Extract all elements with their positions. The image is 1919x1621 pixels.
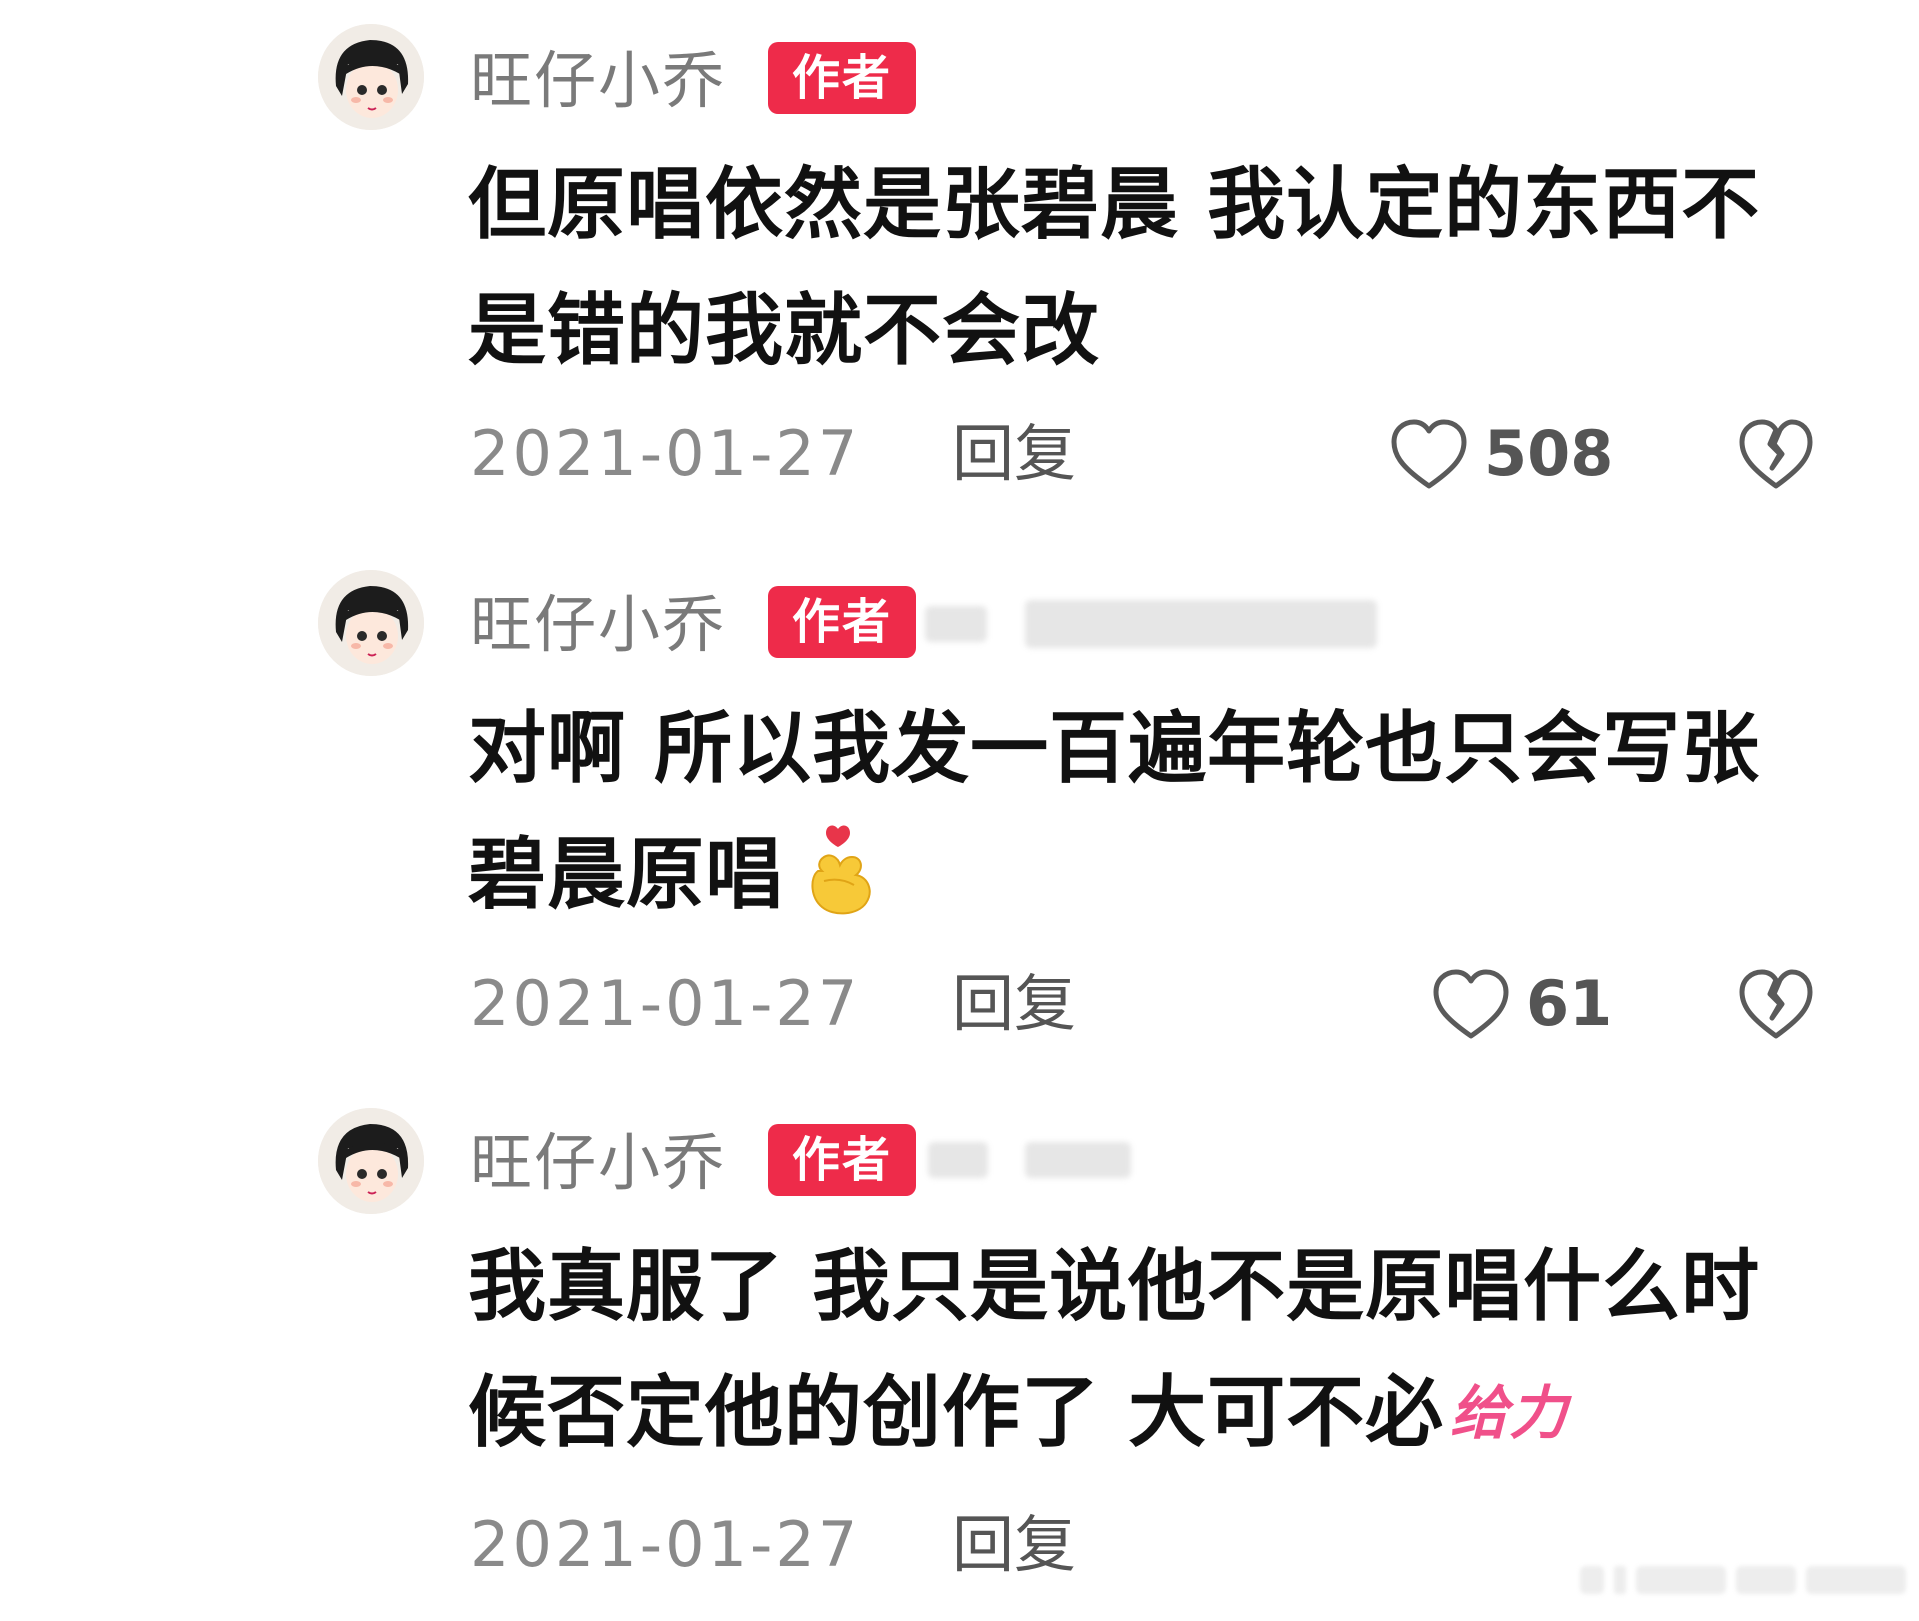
sticker-text: 给力 <box>1450 1379 1569 1447</box>
dislike-button[interactable] <box>1736 414 1816 494</box>
dislike-button[interactable] <box>1736 964 1816 1044</box>
comment-body: 但原唱依然是张碧晨 我认定的东西不是错的我就不会改 <box>468 160 1761 376</box>
username[interactable]: 旺仔小乔 <box>470 50 726 112</box>
username[interactable]: 旺仔小乔 <box>470 1132 726 1194</box>
broken-heart-icon <box>1739 969 1813 1039</box>
avatar[interactable] <box>318 24 424 130</box>
author-badge: 作者 <box>768 586 916 658</box>
avatar[interactable] <box>318 570 424 676</box>
watermark-icon <box>1580 1566 1906 1594</box>
finger-heart-icon <box>811 825 871 915</box>
broken-heart-icon <box>1739 419 1813 489</box>
heart-outline-icon <box>1433 969 1509 1039</box>
comment-date: 2021-01-27 <box>470 967 861 1040</box>
comment-text: 我真服了 我只是说他不是原唱什么时候否定他的创作了 大可不必 给力 <box>468 1224 1788 1476</box>
redacted-reply-target <box>928 1142 988 1178</box>
comment-text: 对啊 所以我发一百遍年轮也只会写张碧晨原唱 <box>468 686 1788 938</box>
redacted-reply-target <box>1025 600 1377 648</box>
like-count: 508 <box>1484 417 1614 490</box>
redacted-reply-target <box>1025 1142 1131 1178</box>
like-count: 61 <box>1526 967 1613 1040</box>
reply-button[interactable]: 回复 <box>952 1514 1076 1576</box>
comment-date: 2021-01-27 <box>470 1508 861 1581</box>
author-badge: 作者 <box>768 1124 916 1196</box>
username[interactable]: 旺仔小乔 <box>470 594 726 656</box>
like-button[interactable]: 61 <box>1430 964 1612 1044</box>
like-button[interactable]: 508 <box>1388 414 1613 494</box>
reply-button[interactable]: 回复 <box>952 973 1076 1035</box>
comment-date: 2021-01-27 <box>470 417 861 490</box>
comment-body: 对啊 所以我发一百遍年轮也只会写张碧晨原唱 <box>468 704 1761 920</box>
reply-button[interactable]: 回复 <box>952 423 1076 485</box>
avatar[interactable] <box>318 1108 424 1214</box>
redacted-reply-target <box>925 606 987 642</box>
author-badge: 作者 <box>768 42 916 114</box>
heart-outline-icon <box>1391 419 1467 489</box>
comment-text: 但原唱依然是张碧晨 我认定的东西不是错的我就不会改 <box>468 142 1788 394</box>
